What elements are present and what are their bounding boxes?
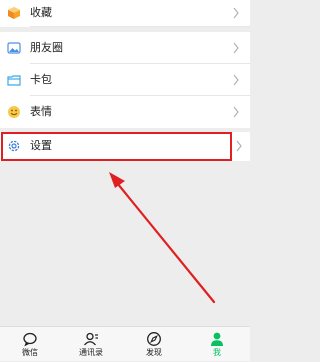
- tab-label: 微信: [22, 348, 38, 357]
- compass-icon: [147, 332, 161, 346]
- tab-me[interactable]: 我: [192, 327, 242, 362]
- annotation-arrow: [109, 172, 216, 304]
- tab-discover[interactable]: 发现: [129, 327, 179, 362]
- tab-chats[interactable]: 微信: [5, 327, 55, 362]
- tab-label: 通讯录: [79, 348, 103, 357]
- chat-bubble-icon: [23, 332, 37, 347]
- bottom-tab-bar: 微信 通讯录 发现 我: [0, 326, 250, 361]
- contacts-icon: [84, 332, 98, 346]
- tab-contacts[interactable]: 通讯录: [66, 327, 116, 362]
- tab-label: 我: [213, 348, 221, 357]
- tab-label: 发现: [146, 348, 162, 357]
- profile-person-icon: [211, 332, 223, 346]
